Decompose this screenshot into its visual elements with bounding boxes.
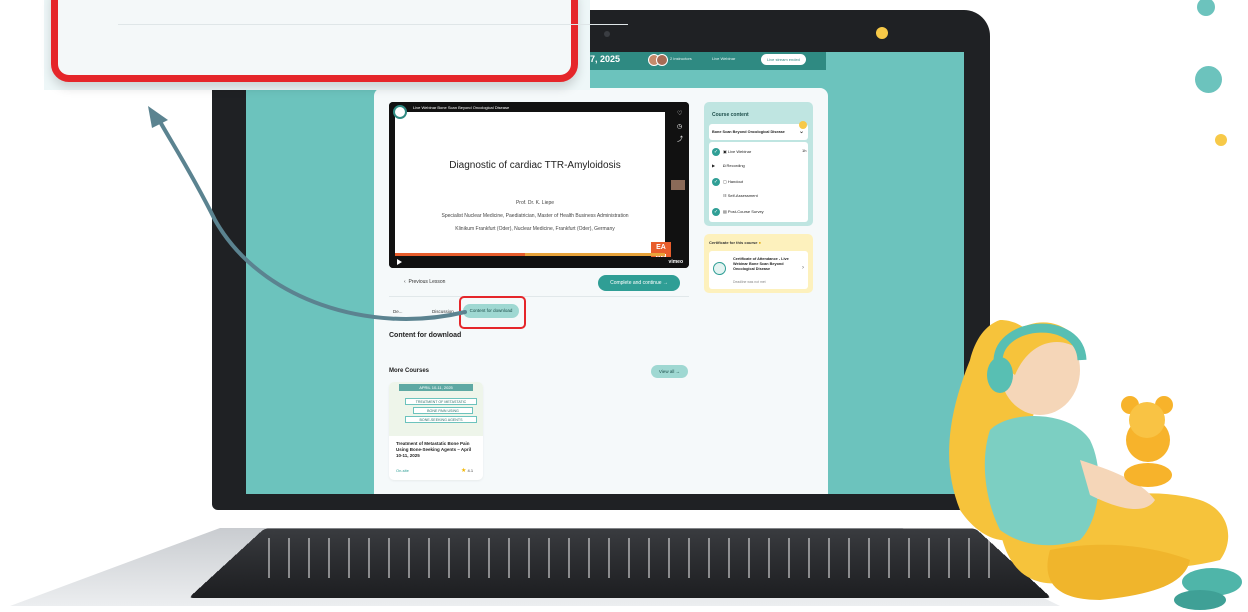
- course-content-sidebar: Course content Bone Scan Beyond Oncologi…: [704, 102, 813, 226]
- decor-dot: [1215, 134, 1227, 146]
- lesson-label: Recording: [726, 163, 745, 168]
- avatar: [656, 54, 668, 66]
- course-card-date: APRIL 10-11, 2025: [399, 384, 473, 391]
- lesson-item-recording[interactable]: ▶ ◘ Recording: [712, 163, 745, 168]
- live-webinar-label: Live Webinar: [712, 56, 736, 61]
- stream-status-badge: Live stream ended: [761, 54, 806, 65]
- laptop-keys: [250, 538, 990, 578]
- certificate-title: Certificate of Attendance - Live Webinar…: [733, 257, 789, 271]
- girl-illustration: [949, 320, 1242, 610]
- view-all-button[interactable]: View all →: [651, 365, 688, 378]
- course-card[interactable]: APRIL 10-11, 2025 TREATMENT OF METASTATI…: [389, 382, 483, 480]
- arrow-right-icon: →: [675, 369, 681, 374]
- decor-dot: [1195, 66, 1222, 93]
- check-icon: ✓: [712, 148, 720, 156]
- callout-divider: [118, 24, 628, 25]
- lesson-item-survey[interactable]: ✓ ▤ Post-Course Survey: [712, 208, 764, 216]
- chevron-right-icon: ›: [802, 265, 804, 271]
- course-card-band: BONE-SEEKING AGENTS: [405, 416, 477, 423]
- course-date: 7, 2025: [590, 54, 621, 64]
- pointer-arrow: [148, 106, 467, 321]
- course-select[interactable]: Bone Scan Beyond Oncological Disease ⌄: [709, 124, 808, 140]
- certificate-panel: Certificate for this course ● Certificat…: [704, 234, 813, 293]
- instructor-count: 2 instructors: [670, 56, 692, 61]
- rating-value: 4.1: [467, 468, 474, 473]
- instructor-avatars: [648, 54, 668, 66]
- decor-dot: [876, 27, 888, 39]
- video-side-icons[interactable]: ♡ ◷ ⤴: [677, 108, 683, 147]
- lesson-item-self-assessment[interactable]: ☷ Self-Assessment: [712, 193, 758, 198]
- view-all-label: View all: [658, 369, 675, 374]
- lesson-item-handout[interactable]: ✓ ▢ Handout: [712, 178, 743, 186]
- laptop-camera: [604, 31, 610, 37]
- course-select-value: Bone Scan Beyond Oncological Disease: [712, 130, 785, 134]
- course-card-band: BONE PAIN USING: [413, 407, 473, 414]
- play-icon: ▶: [712, 163, 716, 168]
- arrow-right-icon: →: [662, 280, 668, 286]
- info-icon: ●: [758, 240, 762, 245]
- decor-dot: [799, 121, 807, 129]
- lesson-label: Live Webinar: [727, 149, 752, 155]
- star-icon: ★: [461, 468, 467, 474]
- decor-dot: [1197, 0, 1215, 16]
- more-courses-heading: More Courses: [389, 368, 430, 374]
- zoom-callout: [51, 0, 628, 82]
- complete-continue-label: Complete and continue: [610, 280, 662, 286]
- course-card-rating: ★ 4.1: [461, 467, 473, 474]
- course-card-format: On-site: [396, 468, 409, 473]
- course-card-title: Treatment of Metastatic Bone Pain Using …: [396, 441, 472, 458]
- marketing-illustration: 7, 2025 2 instructors Live Webinar Live …: [0, 0, 1248, 612]
- certificate-deadline: Deadline was not met: [733, 280, 766, 284]
- certificate-icon: [713, 262, 726, 275]
- certificate-heading-text: Certificate for this course: [709, 240, 758, 245]
- lesson-item-live-webinar[interactable]: ✓ ▣ Live Webinar 1h: [712, 148, 806, 156]
- course-card-band: TREATMENT OF METASTATIC: [405, 398, 477, 405]
- lesson-list: ✓ ▣ Live Webinar 1h ▶ ◘ Recording ✓ ▢ Handou…: [709, 142, 808, 222]
- course-card-image: APRIL 10-11, 2025 TREATMENT OF METASTATI…: [389, 382, 483, 436]
- chevron-down-icon: ⌄: [798, 129, 804, 135]
- sidebar-heading: Course content: [712, 112, 749, 118]
- content-heading: Content for download: [389, 332, 462, 339]
- lesson-extra: 1h: [802, 148, 807, 153]
- lesson-label: Post-Course Survey: [727, 209, 764, 215]
- check-icon: ✓: [712, 208, 720, 216]
- vimeo-logo: vimeo: [668, 259, 683, 265]
- check-icon: ✓: [712, 178, 720, 186]
- lesson-label: Self-Assessment: [727, 193, 758, 198]
- lesson-label: Handout: [727, 179, 744, 185]
- certificate-card[interactable]: Certificate of Attendance - Live Webinar…: [709, 251, 808, 289]
- complete-continue-button[interactable]: Complete and continue →: [598, 275, 680, 291]
- certificate-heading: Certificate for this course ●: [709, 240, 761, 245]
- speaker-thumbnail: [671, 180, 685, 190]
